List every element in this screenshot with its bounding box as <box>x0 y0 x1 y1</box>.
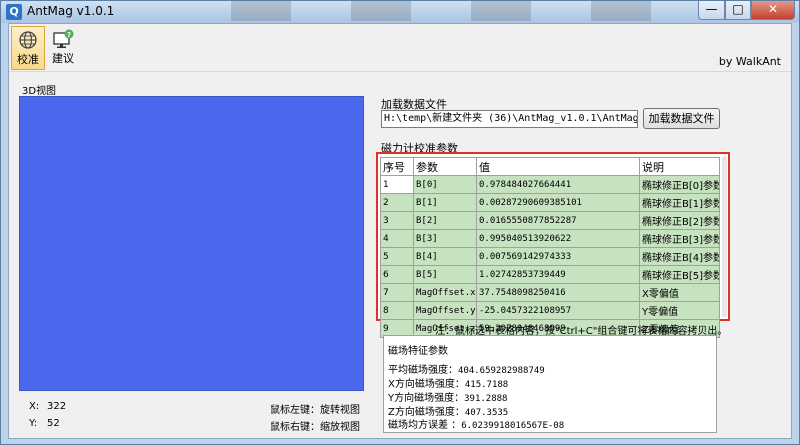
cell-name[interactable]: B[4] <box>413 247 477 266</box>
cell-note[interactable]: X零偏值 <box>639 283 720 302</box>
cell-note[interactable]: 椭球修正B[0]参数 <box>639 175 720 194</box>
maximize-button[interactable]: □ <box>725 1 751 20</box>
cell-value[interactable]: 37.7548098250416 <box>476 283 640 302</box>
x-readout: X: 322 <box>29 401 66 412</box>
svg-text:?: ? <box>67 31 71 39</box>
client-area: 校准 ? 建议 by WalkAnt 3D视图 X: 322 Y: 52 鼠标左… <box>8 23 792 439</box>
globe-icon <box>19 31 37 49</box>
y-label: Y: <box>29 418 38 429</box>
view-label: 3D视图 <box>22 86 57 97</box>
app-icon: Q <box>6 4 22 20</box>
right-click-hint: 鼠标右键：缩放视图 <box>270 422 360 433</box>
grid-scrollbar[interactable] <box>722 157 727 317</box>
calibrate-button[interactable]: 校准 <box>11 26 45 70</box>
cell-note[interactable]: 椭球修正B[4]参数 <box>639 247 720 266</box>
stat-row: 磁场均方误差 ：6.0239918016567E-08 <box>388 416 564 431</box>
table-row[interactable]: 3 B[2] 0.0165550877852287 椭球修正B[2]参数 <box>380 211 720 230</box>
cell-name[interactable]: B[2] <box>413 211 477 230</box>
cell-name[interactable]: B[1] <box>413 193 477 212</box>
header-idx[interactable]: 序号 <box>380 157 414 176</box>
cell-value[interactable]: 0.0165550877852287 <box>476 211 640 230</box>
cell-value[interactable]: -25.0457322108957 <box>476 301 640 320</box>
stat-row: X方向磁场强度：415.7188 <box>388 375 508 390</box>
table-header-row: 序号 参数 值 说明 <box>380 157 720 176</box>
3d-view-canvas[interactable] <box>19 96 364 391</box>
byline: by WalkAnt <box>718 55 781 68</box>
cell-idx[interactable]: 8 <box>380 301 414 320</box>
table-row[interactable]: 7 MagOffset.x 37.7548098250416 X零偏值 <box>380 283 720 302</box>
load-data-button[interactable]: 加载数据文件 <box>643 108 720 129</box>
x-label: X: <box>29 401 40 412</box>
window-title: AntMag v1.0.1 <box>27 4 115 18</box>
cell-idx[interactable]: 2 <box>380 193 414 212</box>
background-window-ghost <box>231 1 691 21</box>
header-value[interactable]: 值 <box>476 157 640 176</box>
left-click-hint: 鼠标左键：旋转视图 <box>270 405 360 416</box>
table-row[interactable]: 6 B[5] 1.02742853739449 椭球修正B[5]参数 <box>380 265 720 284</box>
y-readout: Y: 52 <box>29 418 60 429</box>
cell-value[interactable]: 0.00287290609385101 <box>476 193 640 212</box>
cell-name[interactable]: MagOffset.x <box>413 283 477 302</box>
table-row[interactable]: 2 B[1] 0.00287290609385101 椭球修正B[1]参数 <box>380 193 720 212</box>
header-note[interactable]: 说明 <box>639 157 720 176</box>
params-grid[interactable]: 序号 参数 值 说明 1 B[0] 0.978484027664441 椭球修正B[0… <box>376 152 730 338</box>
cell-note[interactable]: 椭球修正B[3]参数 <box>639 229 720 248</box>
stat-row: 平均磁场强度：404.659282988749 <box>388 361 545 376</box>
stats-title: 磁场特征参数 <box>388 346 448 357</box>
cell-value[interactable]: 0.995040513920622 <box>476 229 640 248</box>
cell-note[interactable]: Y零偏值 <box>639 301 720 320</box>
cell-value[interactable]: 0.978484027664441 <box>476 175 640 194</box>
monitor-help-icon: ? <box>53 29 74 48</box>
y-value: 52 <box>47 418 60 429</box>
cell-idx[interactable]: 5 <box>380 247 414 266</box>
app-window: Q AntMag v1.0.1 — □ ✕ 校准 ? 建议 by WalkAnt… <box>0 0 800 445</box>
field-stats-panel: 磁场特征参数 平均磁场强度：404.659282988749 X方向磁场强度：4… <box>383 335 717 433</box>
cell-idx[interactable]: 7 <box>380 283 414 302</box>
table-row[interactable]: 5 B[4] 0.007569142974333 椭球修正B[4]参数 <box>380 247 720 266</box>
suggest-label: 建议 <box>52 52 74 65</box>
cell-name[interactable]: MagOffset.y <box>413 301 477 320</box>
header-name[interactable]: 参数 <box>413 157 477 176</box>
table-row[interactable]: 1 B[0] 0.978484027664441 椭球修正B[0]参数 <box>380 175 720 194</box>
calibrate-label: 校准 <box>17 53 39 66</box>
file-path-field[interactable]: H:\temp\新建文件夹 (36)\AntMag_v1.0.1\AntMag_… <box>381 110 638 128</box>
cell-idx[interactable]: 3 <box>380 211 414 230</box>
cell-name[interactable]: B[5] <box>413 265 477 284</box>
cell-idx[interactable]: 4 <box>380 229 414 248</box>
title-bar[interactable]: Q AntMag v1.0.1 — □ ✕ <box>1 1 799 23</box>
cell-value[interactable]: 0.007569142974333 <box>476 247 640 266</box>
cell-idx[interactable]: 1 <box>380 175 414 194</box>
table-row[interactable]: 4 B[3] 0.995040513920622 椭球修正B[3]参数 <box>380 229 720 248</box>
cell-value[interactable]: 1.02742853739449 <box>476 265 640 284</box>
minimize-button[interactable]: — <box>698 1 725 20</box>
cell-name[interactable]: B[0] <box>413 175 477 194</box>
cell-note[interactable]: 椭球修正B[2]参数 <box>639 211 720 230</box>
cell-note[interactable]: 椭球修正B[1]参数 <box>639 193 720 212</box>
stat-label: 磁场均方误差 ： <box>388 420 462 431</box>
suggest-button[interactable]: ? 建议 <box>46 26 80 70</box>
cell-note[interactable]: 椭球修正B[5]参数 <box>639 265 720 284</box>
cell-idx[interactable]: 6 <box>380 265 414 284</box>
cell-name[interactable]: B[3] <box>413 229 477 248</box>
stat-value: 6.0239918016567E-08 <box>461 421 565 431</box>
params-table[interactable]: 序号 参数 值 说明 1 B[0] 0.978484027664441 椭球修正B[0… <box>380 157 720 338</box>
close-button[interactable]: ✕ <box>751 1 795 20</box>
stat-row: Y方向磁场强度：391.2888 <box>388 389 507 404</box>
table-row[interactable]: 8 MagOffset.y -25.0457322108957 Y零偏值 <box>380 301 720 320</box>
toolbar: 校准 ? 建议 by WalkAnt <box>9 24 791 72</box>
x-value: 322 <box>47 401 67 412</box>
